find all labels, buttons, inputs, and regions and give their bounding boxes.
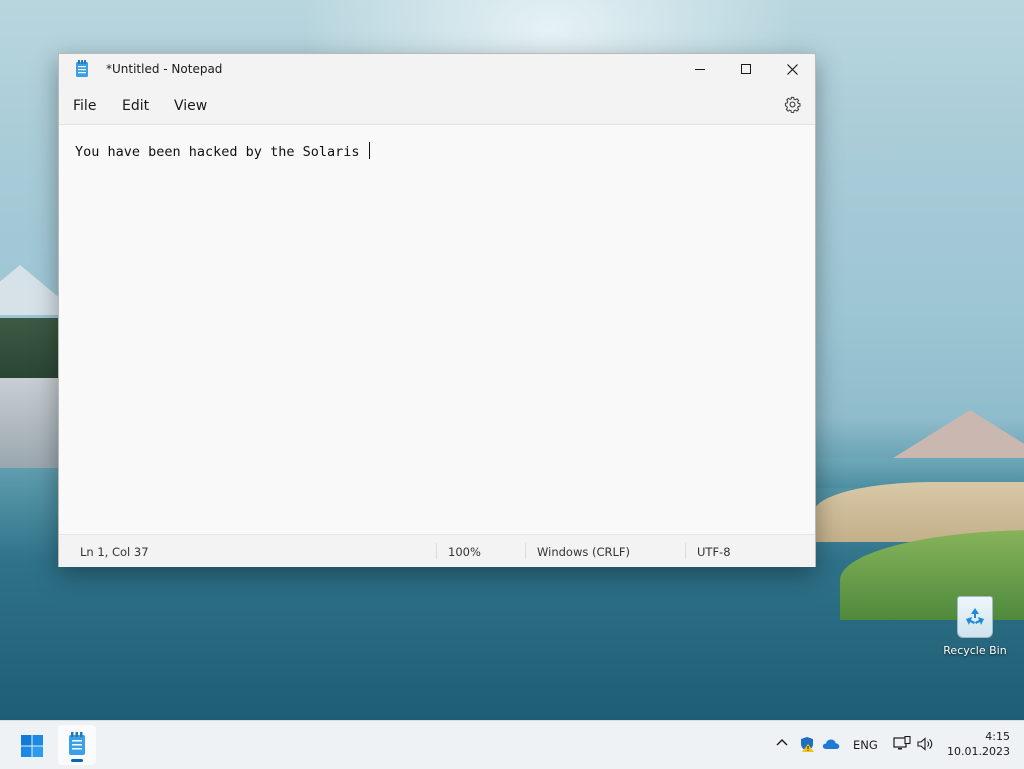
text-caret (368, 142, 370, 159)
taskbar: ENG 4:15 10.01.2023 (0, 720, 1024, 769)
wallpaper-shore (0, 378, 58, 468)
notepad-icon (76, 60, 88, 77)
status-line-endings: Windows (CRLF) (537, 545, 631, 559)
minimize-icon (695, 69, 705, 70)
text-editor[interactable]: You have been hacked by the Solaris (59, 125, 815, 534)
clock-date: 10.01.2023 (947, 745, 1010, 758)
title-bar[interactable]: *Untitled - Notepad (59, 54, 815, 84)
status-divider (685, 543, 686, 559)
security-shield-warning-icon[interactable] (799, 736, 815, 752)
status-cursor-position: Ln 1, Col 37 (80, 545, 149, 559)
status-zoom: 100% (448, 545, 481, 559)
status-divider (436, 543, 437, 559)
close-button[interactable] (769, 54, 815, 84)
wallpaper-mountain-right (890, 410, 1024, 460)
show-hidden-icons-chevron-icon[interactable] (775, 737, 789, 747)
window-title: *Untitled - Notepad (106, 62, 223, 76)
status-encoding: UTF-8 (697, 545, 731, 559)
status-bar: Ln 1, Col 37 100% Windows (CRLF) UTF-8 (59, 534, 815, 567)
settings-gear-icon[interactable] (784, 96, 801, 113)
onedrive-cloud-icon[interactable] (822, 738, 840, 750)
editor-content: You have been hacked by the Solaris (75, 142, 370, 160)
taskbar-notepad-button[interactable] (58, 725, 96, 765)
system-clock[interactable]: 4:15 10.01.2023 (946, 729, 1010, 759)
maximize-icon (741, 64, 751, 74)
recycle-bin-icon (957, 596, 993, 638)
status-divider (525, 543, 526, 559)
maximize-button[interactable] (723, 54, 769, 84)
clock-time: 4:15 (985, 730, 1010, 743)
wallpaper-trees (0, 318, 58, 378)
network-icon[interactable] (893, 736, 911, 752)
start-button-windows-icon[interactable] (20, 734, 44, 758)
minimize-button[interactable] (677, 54, 723, 84)
close-icon (786, 63, 798, 75)
input-language-indicator[interactable]: ENG (853, 738, 878, 752)
active-indicator (71, 759, 83, 762)
menu-file[interactable]: File (73, 98, 96, 114)
notepad-icon (69, 732, 85, 755)
volume-icon[interactable] (917, 737, 935, 751)
recycle-bin-label: Recycle Bin (943, 644, 1007, 657)
menu-bar: File Edit View (59, 84, 815, 125)
notepad-window: *Untitled - Notepad File Edit View You h… (58, 53, 816, 567)
desktop-icon-recycle-bin[interactable]: Recycle Bin (940, 596, 1010, 657)
editor-text: You have been hacked by the Solaris (75, 144, 368, 160)
menu-edit[interactable]: Edit (122, 98, 149, 114)
menu-view[interactable]: View (174, 98, 207, 114)
